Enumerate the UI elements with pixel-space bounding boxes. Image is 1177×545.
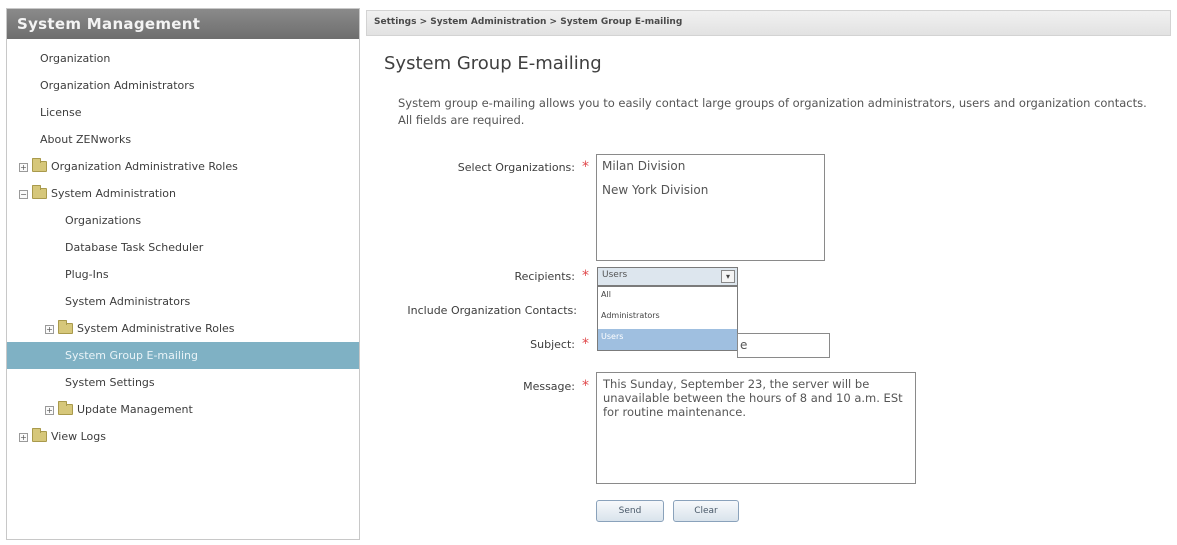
chevron-down-icon[interactable]: ▾ [721, 270, 735, 283]
sidebar-item-system-group-e-mailing[interactable]: System Group E-mailing [7, 342, 359, 369]
expand-icon[interactable]: + [45, 405, 54, 415]
expand-icon[interactable]: + [19, 432, 28, 442]
recipients-selected-value: Users [602, 270, 628, 280]
sidebar-item-organization-administrative-roles[interactable]: + Organization Administrative Roles [7, 153, 359, 180]
sidebar-item-license[interactable]: License [7, 99, 359, 126]
sidebar-item-system-administrators[interactable]: System Administrators [7, 288, 359, 315]
sidebar-item-organization-administrators[interactable]: Organization Administrators [7, 72, 359, 99]
recipients-option-users[interactable]: Users [598, 329, 737, 350]
required-marker: * [582, 336, 589, 352]
sidebar-title: System Management [7, 9, 359, 39]
sidebar-item-label: About ZENworks [40, 133, 132, 146]
subject-label: Subject: [530, 338, 575, 351]
sidebar-item-database-task-scheduler[interactable]: Database Task Scheduler [7, 234, 359, 261]
collapse-icon[interactable]: − [19, 189, 28, 199]
sidebar-item-plug-ins[interactable]: Plug-Ins [7, 261, 359, 288]
expand-icon[interactable]: + [45, 324, 54, 334]
organizations-label: Select Organizations: [457, 161, 575, 174]
subject-input[interactable]: e [737, 333, 830, 358]
send-button[interactable]: Send [596, 500, 664, 522]
folder-icon [32, 427, 47, 442]
organization-option[interactable]: Milan Division [602, 159, 819, 183]
sidebar-item-about-zenworks[interactable]: About ZENworks [7, 126, 359, 153]
sidebar: System Management Organization Organizat… [6, 8, 360, 540]
sidebar-item-update-management[interactable]: + Update Management [7, 396, 359, 423]
required-marker: * [582, 378, 589, 394]
sidebar-item-label: System Group E-mailing [65, 349, 198, 362]
folder-icon [32, 184, 47, 199]
sidebar-item-label: Organization Administrators [40, 79, 195, 92]
sidebar-item-organization[interactable]: Organization [7, 45, 359, 72]
organizations-listbox[interactable]: Milan Division New York Division [596, 154, 825, 261]
sidebar-item-system-administration[interactable]: − System Administration [7, 180, 359, 207]
recipients-select[interactable]: Users ▾ [597, 267, 738, 286]
page-description: System group e-mailing allows you to eas… [398, 96, 1147, 127]
sidebar-item-label: Organizations [65, 214, 142, 227]
sidebar-nav: Organization Organization Administrators… [7, 39, 359, 450]
organization-option[interactable]: New York Division [602, 183, 819, 207]
required-marker: * [582, 268, 589, 284]
sidebar-item-view-logs[interactable]: + View Logs [7, 423, 359, 450]
sidebar-item-label: System Administrators [65, 295, 191, 308]
sidebar-item-label: Organization [40, 52, 111, 65]
message-textarea[interactable]: This Sunday, September 23, the server wi… [596, 372, 916, 484]
breadcrumb[interactable]: Settings > System Administration > Syste… [366, 10, 1171, 36]
folder-icon [32, 157, 47, 172]
recipients-option-administrators[interactable]: Administrators [598, 308, 737, 329]
sidebar-item-label: Organization Administrative Roles [51, 160, 238, 173]
sidebar-item-label: System Settings [65, 376, 155, 389]
message-label: Message: [523, 380, 575, 393]
sidebar-item-label: System Administrative Roles [77, 322, 235, 335]
sidebar-item-label: System Administration [51, 187, 177, 200]
sidebar-item-label: License [40, 106, 82, 119]
sidebar-item-system-settings[interactable]: System Settings [7, 369, 359, 396]
include-contacts-label: Include Organization Contacts: [407, 304, 577, 317]
recipients-dropdown[interactable]: All Administrators Users [597, 286, 738, 351]
recipients-option-all[interactable]: All [598, 287, 737, 308]
clear-button[interactable]: Clear [673, 500, 739, 522]
sidebar-item-organizations[interactable]: Organizations [7, 207, 359, 234]
page-title: System Group E-mailing [384, 53, 602, 74]
sidebar-item-label: View Logs [51, 430, 106, 443]
required-marker: * [582, 159, 589, 175]
expand-icon[interactable]: + [19, 162, 28, 172]
folder-icon [58, 400, 73, 415]
sidebar-item-label: Database Task Scheduler [65, 241, 204, 254]
sidebar-item-system-administrative-roles[interactable]: + System Administrative Roles [7, 315, 359, 342]
folder-icon [58, 319, 73, 334]
sidebar-item-label: Update Management [77, 403, 193, 416]
recipients-label: Recipients: [514, 270, 575, 283]
sidebar-item-label: Plug-Ins [65, 268, 109, 281]
